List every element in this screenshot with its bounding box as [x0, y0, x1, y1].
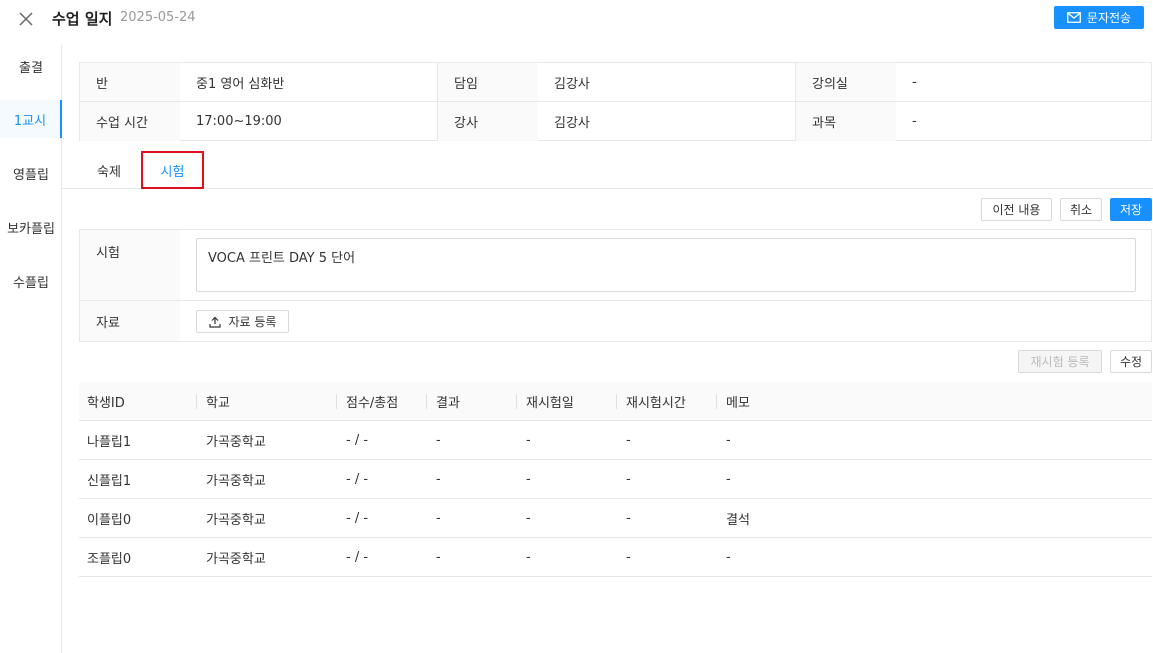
- table-header: 학생ID 학교 점수/총점 결과 재시험일 재시험시간 메모: [79, 382, 1152, 421]
- cell-retest-time: -: [626, 432, 631, 448]
- cell-school: 가곡중학교: [206, 434, 266, 450]
- register-retest-button[interactable]: 재시험 등록: [1018, 350, 1102, 373]
- upload-material-button[interactable]: 자료 등록: [196, 310, 289, 333]
- cell-memo: -: [726, 432, 731, 448]
- upload-material-label: 자료 등록: [228, 315, 277, 329]
- room-value: -: [912, 74, 917, 90]
- cell-student-id: 신플립1: [87, 473, 132, 489]
- send-sms-button[interactable]: 문자전송: [1054, 6, 1144, 29]
- exam-label: 시험: [80, 230, 180, 300]
- cell-memo: 결석: [726, 512, 750, 528]
- time-label: 수업 시간: [80, 102, 180, 141]
- header: 수업 일지 2025-05-24 문자전송: [0, 0, 1153, 38]
- exam-row: 시험 VOCA 프린트 DAY 5 단어: [80, 230, 1151, 301]
- cell-retest-time: -: [626, 510, 631, 526]
- cancel-button[interactable]: 취소: [1060, 198, 1102, 221]
- sidebar-item-period-1[interactable]: 1교시: [0, 100, 62, 138]
- sidebar: 출결 1교시 영플립 보카플립 수플립: [0, 45, 62, 653]
- sidebar-item-english-flip[interactable]: 영플립: [0, 154, 62, 192]
- cell-retest-time: -: [626, 549, 631, 565]
- cell-memo: -: [726, 471, 731, 487]
- table-row: 조플립0 가곡중학교 - / - - - - -: [79, 538, 1152, 577]
- send-sms-label: 문자전송: [1086, 11, 1132, 25]
- material-label: 자료: [80, 301, 180, 341]
- page-title: 수업 일지: [52, 10, 113, 28]
- exam-form: 시험 VOCA 프린트 DAY 5 단어 자료 자료 등록: [79, 229, 1152, 342]
- cell-school: 가곡중학교: [206, 551, 266, 567]
- sidebar-item-voca-flip[interactable]: 보카플립: [0, 208, 62, 246]
- edit-button[interactable]: 수정: [1110, 350, 1152, 373]
- save-button[interactable]: 저장: [1110, 198, 1152, 221]
- teacher-label: 강사: [438, 102, 538, 141]
- sidebar-item-math-flip[interactable]: 수플립: [0, 262, 62, 300]
- close-button[interactable]: [15, 8, 37, 30]
- sidebar-item-attendance[interactable]: 출결: [0, 47, 62, 85]
- subject-value: -: [912, 114, 917, 129]
- cell-student-id: 조플립0: [87, 551, 132, 567]
- homeroom-value: 김강사: [538, 63, 796, 101]
- info-row: 반 중1 영어 심화반 담임 김강사 강의실 -: [80, 63, 1151, 102]
- upload-icon: [208, 316, 221, 328]
- subject-label: 과목: [796, 102, 896, 141]
- column-header-retest-time: 재시험시간: [616, 382, 686, 420]
- table-row: 나플립1 가곡중학교 - / - - - - -: [79, 421, 1152, 460]
- room-label: 강의실: [796, 63, 896, 101]
- cell-school: 가곡중학교: [206, 473, 266, 489]
- mail-icon: [1067, 12, 1081, 23]
- material-row: 자료 자료 등록: [80, 301, 1151, 341]
- previous-content-button[interactable]: 이전 내용: [981, 198, 1052, 221]
- info-row: 수업 시간 17:00~19:00 강사 김강사 과목 -: [80, 102, 1151, 141]
- cell-retest-date: -: [526, 432, 531, 448]
- cell-score: - / -: [346, 432, 369, 448]
- cell-result: -: [436, 549, 441, 565]
- cell-score: - / -: [346, 510, 369, 526]
- column-header-retest-date: 재시험일: [516, 382, 574, 420]
- table-row: 이플립0 가곡중학교 - / - - - - 결석: [79, 499, 1152, 538]
- tab-exam[interactable]: 시험: [141, 151, 204, 189]
- page-date: 2025-05-24: [120, 10, 196, 25]
- column-header-score: 점수/총점: [335, 382, 398, 420]
- cell-school: 가곡중학교: [206, 512, 266, 528]
- cell-memo: -: [726, 549, 731, 565]
- cell-result: -: [436, 471, 441, 487]
- table-row: 신플립1 가곡중학교 - / - - - - -: [79, 460, 1152, 499]
- close-icon: [19, 12, 33, 26]
- time-value: 17:00~19:00: [180, 102, 438, 141]
- class-label: 반: [80, 63, 180, 101]
- teacher-value: 김강사: [538, 102, 796, 141]
- cell-retest-date: -: [526, 549, 531, 565]
- exam-textarea[interactable]: VOCA 프린트 DAY 5 단어: [196, 238, 1136, 292]
- cell-score: - / -: [346, 471, 369, 487]
- cell-score: - / -: [346, 549, 369, 565]
- cell-result: -: [436, 510, 441, 526]
- tab-bar: 숙제 시험: [62, 151, 1153, 189]
- homeroom-label: 담임: [438, 63, 538, 101]
- column-header-school: 학교: [196, 382, 230, 420]
- cell-retest-time: -: [626, 471, 631, 487]
- column-header-result: 결과: [426, 382, 460, 420]
- cell-retest-date: -: [526, 471, 531, 487]
- cell-result: -: [436, 432, 441, 448]
- cell-retest-date: -: [526, 510, 531, 526]
- cell-student-id: 이플립0: [87, 512, 132, 528]
- tab-homework[interactable]: 숙제: [79, 151, 139, 189]
- class-info-table: 반 중1 영어 심화반 담임 김강사 강의실 - 수업 시간 17:00~19:…: [79, 62, 1152, 141]
- column-header-memo: 메모: [716, 382, 750, 420]
- column-header-student-id: 학생ID: [87, 395, 125, 411]
- cell-student-id: 나플립1: [87, 434, 132, 450]
- class-value: 중1 영어 심화반: [180, 63, 438, 101]
